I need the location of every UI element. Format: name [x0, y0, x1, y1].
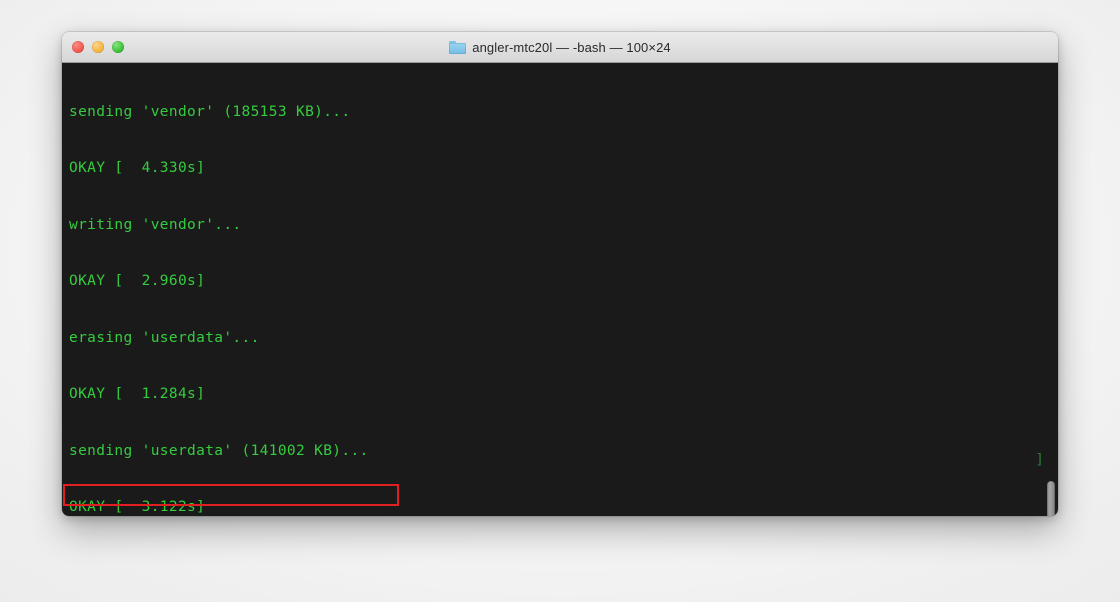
terminal-line: OKAY [ 1.284s]	[69, 386, 206, 403]
terminal-output: sending 'vendor' (185153 KB)... OKAY [ 4…	[69, 65, 1058, 516]
window-titlebar[interactable]: angler-mtc20l — -bash — 100×24	[62, 32, 1058, 63]
terminal-line: erasing 'userdata'...	[69, 329, 260, 346]
terminal-scrollbar[interactable]	[1044, 63, 1058, 516]
minimize-button-icon[interactable]	[92, 41, 104, 53]
folder-icon	[449, 40, 467, 54]
terminal-window[interactable]: angler-mtc20l — -bash — 100×24 sending '…	[62, 32, 1058, 516]
terminal-line: OKAY [ 4.330s]	[69, 160, 206, 177]
terminal-line: sending 'vendor' (185153 KB)...	[69, 103, 351, 120]
window-title: angler-mtc20l — -bash — 100×24	[472, 39, 671, 55]
terminal-line: sending 'userdata' (141002 KB)...	[69, 442, 369, 459]
terminal-body[interactable]: sending 'vendor' (185153 KB)... OKAY [ 4…	[62, 63, 1058, 516]
close-button-icon[interactable]	[72, 41, 84, 53]
maximize-button-icon[interactable]	[112, 41, 124, 53]
terminal-line: OKAY [ 3.122s]	[69, 499, 206, 516]
terminal-line: OKAY [ 2.960s]	[69, 273, 206, 290]
window-title-group: angler-mtc20l — -bash — 100×24	[449, 39, 671, 55]
line-wrap-bracket: ]	[1035, 452, 1044, 468]
terminal-line: writing 'vendor'...	[69, 216, 242, 233]
terminal-scrollbar-thumb[interactable]	[1047, 481, 1055, 516]
window-controls[interactable]	[72, 32, 124, 62]
